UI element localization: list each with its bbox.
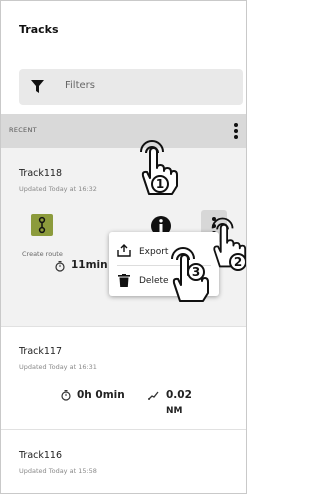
list-divider <box>1 326 246 327</box>
track-name: Track116 <box>19 450 62 461</box>
track-distance: 0.02 <box>166 389 192 401</box>
track-duration: 0h 0min <box>77 389 125 401</box>
list-divider <box>1 429 246 430</box>
track-distance-icon <box>148 391 159 400</box>
track-duration: 11min <box>71 259 108 271</box>
track-name: Track117 <box>19 346 62 357</box>
track-updated: Updated Today at 16:32 <box>19 185 97 193</box>
track-updated: Updated Today at 16:31 <box>19 363 97 371</box>
filter-icon <box>31 80 44 93</box>
kebab-icon[interactable] <box>233 122 239 140</box>
create-route-icon <box>38 216 46 234</box>
create-route-button[interactable] <box>31 214 53 236</box>
track-name: Track118 <box>19 168 62 179</box>
track-updated: Updated Today at 15:58 <box>19 467 97 475</box>
step-number-badge: 2 <box>229 253 246 271</box>
create-route-label: Create route <box>22 250 63 258</box>
timer-icon <box>55 261 65 272</box>
track-distance-unit: NM <box>166 406 183 416</box>
step-number-badge: 1 <box>151 175 169 193</box>
section-header-recent: RECENT <box>1 114 246 148</box>
filters-button[interactable]: Filters <box>19 69 243 105</box>
tracks-screen: Tracks Filters RECENT Track118 Updated T… <box>0 0 247 494</box>
section-label: RECENT <box>9 126 37 134</box>
menu-item-label: Delete <box>139 276 169 286</box>
export-icon <box>117 244 131 257</box>
page-title: Tracks <box>19 23 59 36</box>
trash-icon <box>118 274 130 287</box>
filters-label: Filters <box>65 80 95 91</box>
timer-icon <box>61 390 71 401</box>
menu-item-label: Export <box>139 247 169 257</box>
step-number-badge: 3 <box>187 263 205 281</box>
